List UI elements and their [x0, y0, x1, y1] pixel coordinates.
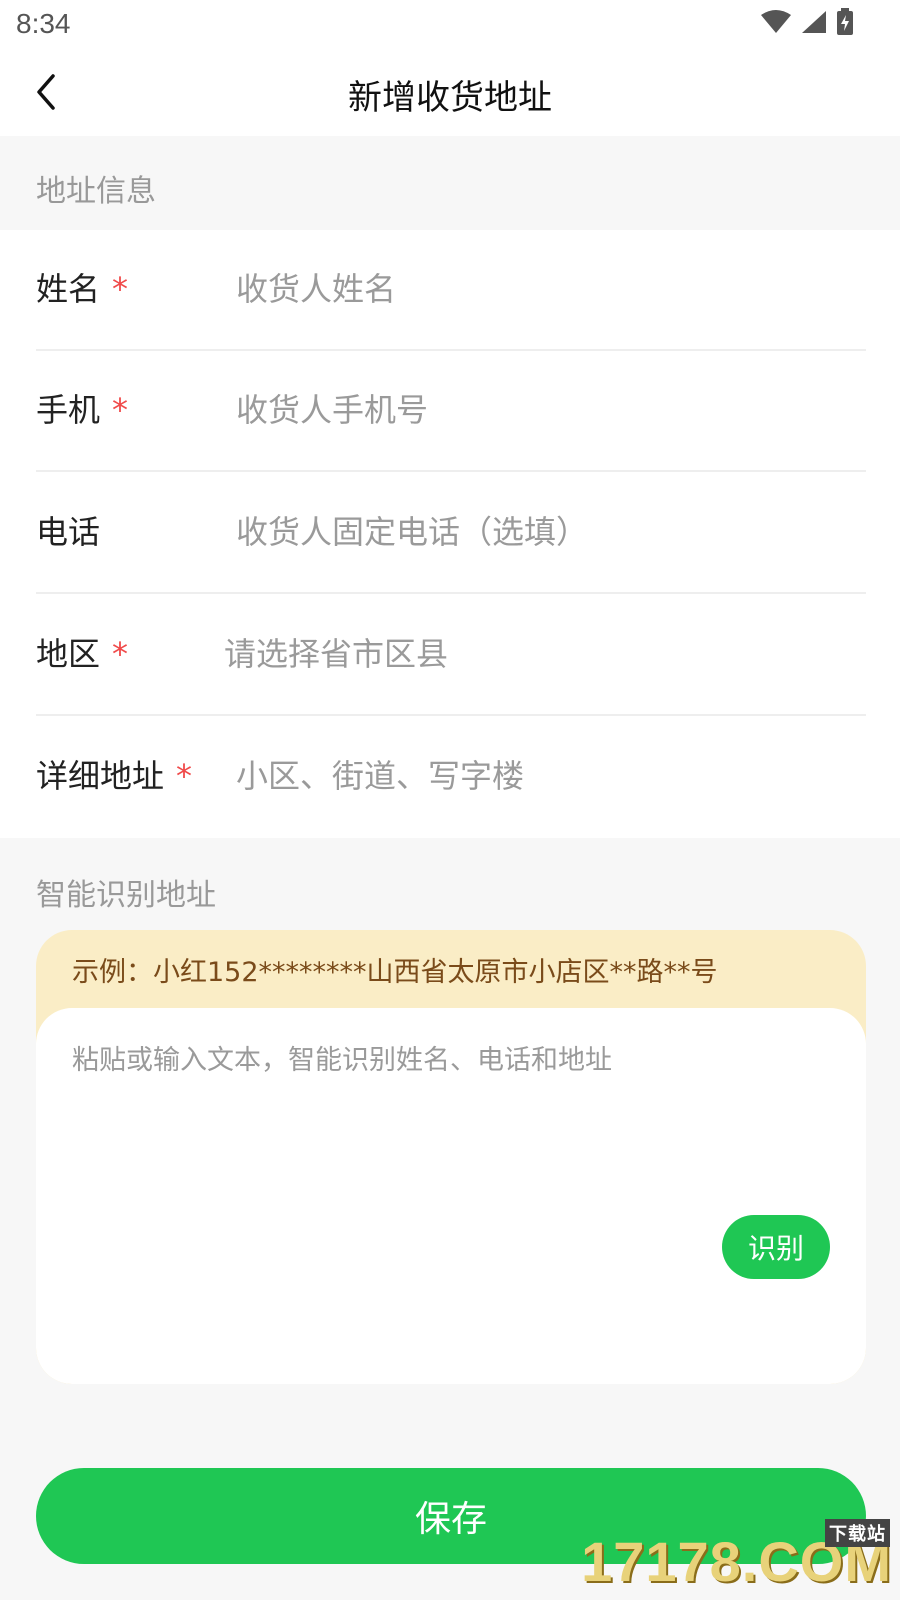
status-icons	[760, 8, 854, 36]
name-input[interactable]: 收货人姓名	[236, 264, 856, 310]
region-selector[interactable]: 请选择省市区县	[224, 629, 844, 675]
watermark-logo: 17178.COM 下载站	[581, 1519, 892, 1594]
phone-label: 电话	[36, 513, 101, 551]
status-time: 8:34	[16, 8, 71, 39]
name-label: 姓名 *	[36, 270, 129, 308]
smart-recognize-textarea[interactable]: 粘贴或输入文本，智能识别姓名、电话和地址	[36, 1008, 866, 1384]
required-mark: *	[112, 270, 129, 308]
section-label-address-info: 地址信息	[36, 174, 156, 209]
form-row-detail-address: 详细地址 * 小区、街道、写字楼	[36, 717, 866, 838]
address-form: 姓名 * 收货人姓名 手机 * 收货人手机号 电话 收货人固定电话（选填） 地区 * …	[0, 230, 900, 838]
form-row-name: 姓名 * 收货人姓名	[36, 230, 866, 351]
required-mark: *	[176, 757, 193, 795]
section-label-smart-recognize: 智能识别地址	[36, 878, 216, 913]
recognize-button[interactable]: 识别	[722, 1215, 830, 1279]
phone-input[interactable]: 收货人固定电话（选填）	[236, 507, 856, 553]
battery-charging-icon	[837, 8, 853, 35]
form-row-mobile: 手机 * 收货人手机号	[36, 351, 866, 472]
status-bar: 8:34	[0, 0, 900, 48]
example-text: 示例：小红152********山西省太原市小店区**路**号	[72, 957, 718, 988]
textarea-placeholder: 粘贴或输入文本，智能识别姓名、电话和地址	[72, 1045, 612, 1076]
signal-icon	[802, 11, 826, 33]
smart-recognize-card: 示例：小红152********山西省太原市小店区**路**号 粘贴或输入文本，…	[36, 930, 866, 1384]
detail-address-label: 详细地址 *	[36, 757, 193, 795]
detail-address-input[interactable]: 小区、街道、写字楼	[236, 751, 856, 797]
mobile-input[interactable]: 收货人手机号	[236, 385, 856, 431]
mobile-label: 手机 *	[36, 391, 129, 429]
page-title: 新增收货地址	[348, 78, 552, 118]
wifi-icon	[761, 10, 791, 33]
form-row-region: 地区 * 请选择省市区县	[36, 595, 866, 716]
required-mark: *	[112, 391, 129, 429]
form-row-phone: 电话 收货人固定电话（选填）	[36, 473, 866, 594]
nav-bar: 新增收货地址	[0, 48, 900, 136]
region-label: 地区 *	[36, 635, 129, 673]
required-mark: *	[112, 635, 129, 673]
